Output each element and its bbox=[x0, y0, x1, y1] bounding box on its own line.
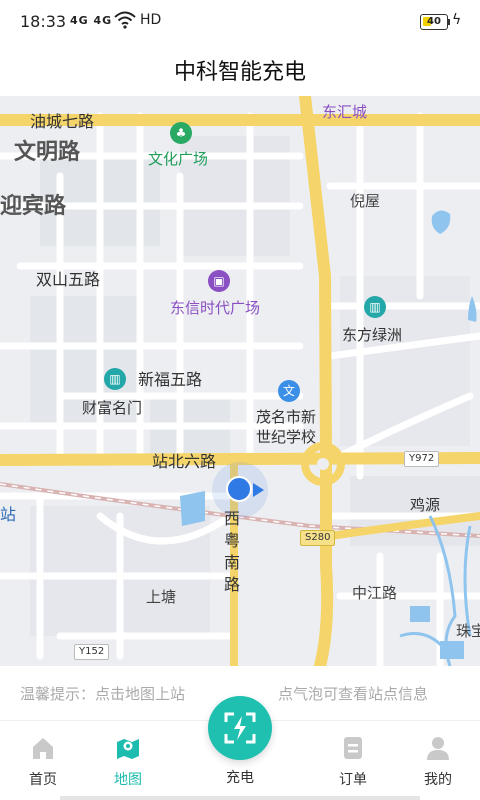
map-label-poi[interactable]: 东信时代广场 bbox=[170, 297, 260, 318]
map-label-poi[interactable]: 茂名市新 bbox=[256, 406, 316, 427]
map-label-place: 珠宝 bbox=[456, 622, 480, 640]
park-poi-icon[interactable]: ♣ bbox=[170, 122, 192, 144]
home-icon bbox=[33, 738, 53, 759]
battery-level: 40 bbox=[427, 16, 441, 27]
battery-nub bbox=[448, 19, 450, 25]
title-bar: 中科智能充电 bbox=[0, 44, 480, 96]
nav-label[interactable]: 充电 bbox=[205, 767, 275, 787]
page-title: 中科智能充电 bbox=[173, 60, 306, 85]
hd-indicator: HD bbox=[140, 12, 162, 28]
nav-label: 地图 bbox=[114, 772, 142, 788]
nav-label: 我的 bbox=[424, 772, 452, 788]
charging-icon: ϟ bbox=[452, 12, 462, 28]
user-icon bbox=[427, 737, 449, 760]
status-bar: 18:33 4G 4G HD 40 ϟ bbox=[0, 0, 480, 44]
map-label-road: 文明路 bbox=[14, 140, 81, 165]
scan-charge-icon bbox=[224, 712, 256, 744]
nav-label: 订单 bbox=[339, 772, 367, 788]
map-label-poi[interactable]: 东方绿洲 bbox=[342, 324, 402, 345]
battery-icon: 40 bbox=[420, 14, 448, 30]
map-label-road: 西粤南路 bbox=[223, 509, 240, 594]
map-label-poi[interactable]: 世纪学校 bbox=[256, 426, 316, 447]
tip-text: 温馨提示：点击地图上站 bbox=[20, 685, 186, 703]
signal-icon: 4G 4G bbox=[70, 14, 113, 27]
shop-poi-icon[interactable]: ▣ bbox=[208, 270, 230, 292]
map-label-place: 东汇城 bbox=[322, 103, 368, 121]
nav-item-orders[interactable]: 订单 bbox=[318, 721, 388, 800]
map-label-road: 双山五路 bbox=[36, 270, 101, 289]
school-poi-icon[interactable]: 文 bbox=[278, 380, 300, 402]
map-label-road: 新福五路 bbox=[138, 370, 203, 389]
nav-label: 首页 bbox=[29, 772, 57, 788]
location-dot-icon bbox=[226, 476, 252, 502]
order-icon bbox=[344, 737, 362, 759]
map-label-road: 迎宾路 bbox=[0, 194, 67, 219]
map-label-place: 上塘 bbox=[146, 588, 177, 606]
wifi-icon bbox=[114, 11, 136, 33]
road-sign: Y972 bbox=[404, 451, 440, 467]
current-location-marker bbox=[212, 462, 268, 518]
map-label-poi[interactable]: 文化广场 bbox=[148, 148, 208, 169]
heading-arrow-icon bbox=[253, 483, 264, 497]
map-label-poi[interactable]: 财富名门 bbox=[82, 397, 142, 418]
status-time: 18:33 bbox=[20, 12, 67, 31]
map-view[interactable]: 油城七路 东汇城 文明路 ♣ 文化广场 迎宾路 倪屋 双山五路 ▣ 东信时代广场… bbox=[0, 96, 480, 666]
charge-scan-button[interactable] bbox=[208, 696, 272, 760]
gesture-bar bbox=[60, 796, 420, 800]
map-label-road: 中江路 bbox=[352, 584, 398, 602]
road-sign: S280 bbox=[300, 530, 336, 546]
map-label-place: 鸡源 bbox=[410, 496, 441, 514]
residence-poi-icon[interactable]: ▥ bbox=[364, 296, 386, 318]
map-icon bbox=[117, 739, 139, 759]
map-label-road: 站北六路 bbox=[152, 452, 217, 471]
nav-item-home[interactable]: 首页 bbox=[8, 721, 78, 800]
map-label-place: 倪屋 bbox=[350, 192, 381, 210]
nav-item-mine[interactable]: 我的 bbox=[403, 721, 473, 800]
nav-item-map[interactable]: 地图 bbox=[93, 721, 163, 800]
tip-text: 点气泡可查看站点信息 bbox=[278, 685, 429, 703]
bottom-nav: 首页 地图 充电 订单 我的 bbox=[0, 696, 480, 800]
map-label-station: 站 bbox=[0, 505, 17, 524]
map-label-road: 油城七路 bbox=[30, 112, 95, 131]
residence-poi-icon[interactable]: ▥ bbox=[104, 368, 126, 390]
road-sign: Y152 bbox=[74, 644, 110, 660]
